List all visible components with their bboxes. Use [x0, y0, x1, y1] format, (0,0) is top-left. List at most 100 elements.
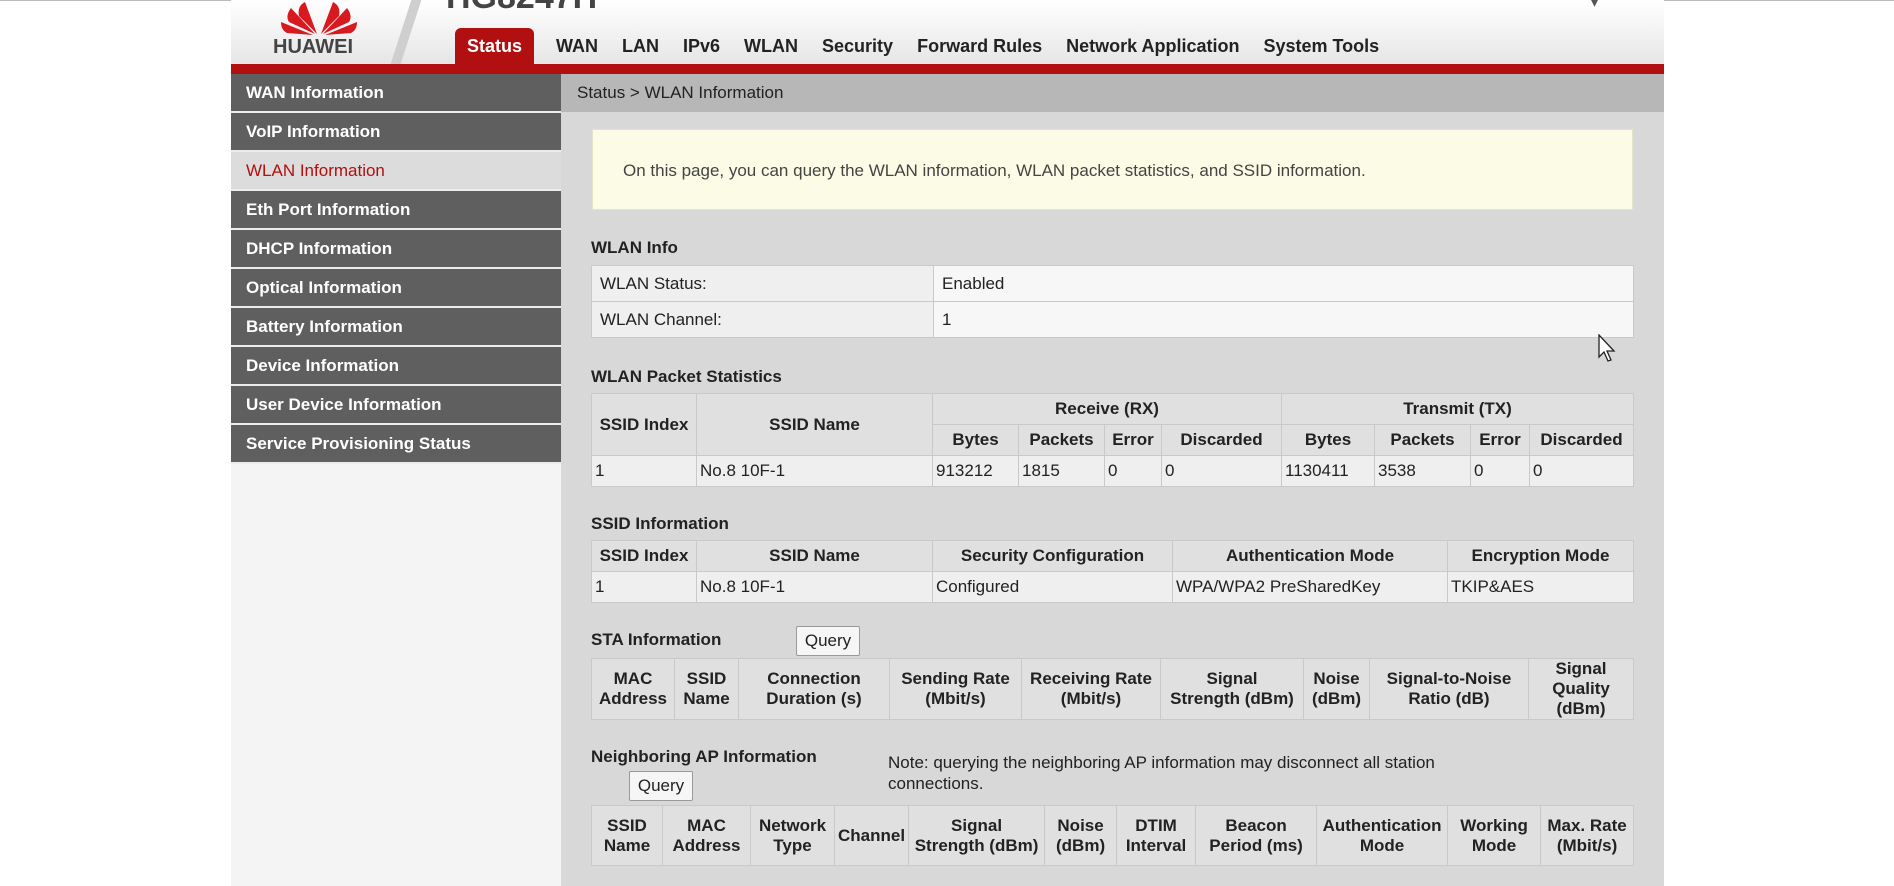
col-working-mode: Working Mode [1447, 805, 1542, 866]
tab-wlan[interactable]: WLAN [732, 28, 810, 64]
ssid-info-table: SSID Index SSID Name Security Configurat… [591, 540, 1634, 603]
breadcrumb: Status > WLAN Information [561, 74, 1664, 112]
cell-authentication-mode: WPA/WPA2 PreSharedKey [1172, 571, 1448, 603]
table-header-row: SSID Name MAC Address Network Type Channel … [591, 805, 1634, 866]
logout-link-partial[interactable]: ▾ [1591, 0, 1598, 11]
router-admin-page: HUAWEI HG8247H ▾ Status WAN LAN IPv6 WLA… [231, 0, 1664, 886]
col-ssid-name: SSID Name [674, 658, 739, 720]
col-rx-bytes: Bytes [932, 424, 1019, 456]
col-beacon-period: Beacon Period (ms) [1195, 805, 1318, 866]
col-rx-packets: Packets [1018, 424, 1105, 456]
neighbor-ap-note: Note: querying the neighboring AP inform… [888, 753, 1435, 793]
sta-info-title: STA Information [591, 630, 722, 649]
tab-lan[interactable]: LAN [610, 28, 671, 64]
col-security-configuration: Security Configuration [932, 540, 1173, 572]
header-divider [390, 0, 422, 64]
sidebar-item-battery-information[interactable]: Battery Information [231, 308, 561, 347]
col-authentication-mode: Authentication Mode [1172, 540, 1448, 572]
table-row: 1 No.8 10F-1 913212 1815 0 0 1130411 353… [591, 455, 1634, 487]
col-rx-discarded: Discarded [1161, 424, 1282, 456]
wlan-channel-value: 1 [933, 301, 1634, 338]
cell-encryption-mode: TKIP&AES [1447, 571, 1634, 603]
sidebar-item-device-information[interactable]: Device Information [231, 347, 561, 386]
col-network-type: Network Type [750, 805, 835, 866]
packet-stats-table: SSID Index SSID Name Receive (RX) Transm… [591, 393, 1634, 487]
col-receiving-rate: Receiving Rate (Mbit/s) [1021, 658, 1161, 720]
col-max-rate: Max. Rate (Mbit/s) [1540, 805, 1634, 866]
table-row: WLAN Channel: 1 [591, 301, 1634, 338]
cell-ssid-index: 1 [591, 455, 697, 487]
cell-tx-packets: 3538 [1374, 455, 1471, 487]
sidebar-item-voip-information[interactable]: VoIP Information [231, 113, 561, 152]
table-row: 1 No.8 10F-1 Configured WPA/WPA2 PreShar… [591, 571, 1634, 603]
wlan-status-value: Enabled [933, 265, 1634, 302]
cell-tx-bytes: 1130411 [1281, 455, 1375, 487]
sidebar-item-eth-port-information[interactable]: Eth Port Information [231, 191, 561, 230]
header-accent-bar [231, 64, 1664, 74]
cell-security-configuration: Configured [932, 571, 1173, 603]
table-header-row: MAC Address SSID Name Connection Duration (… [591, 658, 1634, 720]
sidebar-item-service-provisioning-status[interactable]: Service Provisioning Status [231, 425, 561, 464]
col-mac-address: MAC Address [662, 805, 751, 866]
col-noise: Noise (dBm) [1044, 805, 1118, 866]
cell-tx-discarded: 0 [1529, 455, 1634, 487]
col-channel: Channel [833, 805, 910, 866]
col-tx-discarded: Discarded [1529, 424, 1634, 456]
header: HUAWEI HG8247H ▾ Status WAN LAN IPv6 WLA… [231, 0, 1664, 64]
sta-query-button[interactable]: Query [796, 626, 860, 656]
col-tx-error: Error [1470, 424, 1530, 456]
col-authentication-mode: Authentication Mode [1316, 805, 1449, 866]
wlan-status-label: WLAN Status: [591, 265, 934, 302]
col-noise: Noise (dBm) [1303, 658, 1370, 720]
col-signal-to-noise-ratio: Signal-to-Noise Ratio (dB) [1369, 658, 1529, 720]
cell-rx-error: 0 [1104, 455, 1162, 487]
col-dtim-interval: DTIM Interval [1116, 805, 1197, 866]
cell-rx-packets: 1815 [1018, 455, 1105, 487]
cell-rx-bytes: 913212 [932, 455, 1019, 487]
wlan-channel-label: WLAN Channel: [591, 301, 934, 338]
sidebar-item-wan-information[interactable]: WAN Information [231, 74, 561, 113]
col-tx-bytes: Bytes [1281, 424, 1375, 456]
col-signal-strength: Signal Strength (dBm) [908, 805, 1046, 866]
tab-network-application[interactable]: Network Application [1054, 28, 1251, 64]
top-nav: Status WAN LAN IPv6 WLAN Security Forwar… [455, 28, 1391, 64]
col-signal-quality: Signal Quality (dBm) [1528, 658, 1634, 720]
neighbor-ap-title: Neighboring AP Information [591, 747, 817, 766]
tab-wan[interactable]: WAN [544, 28, 610, 64]
tab-ipv6[interactable]: IPv6 [671, 28, 732, 64]
device-model: HG8247H [446, 0, 597, 17]
col-encryption-mode: Encryption Mode [1447, 540, 1634, 572]
tab-security[interactable]: Security [810, 28, 905, 64]
packet-stats-title: WLAN Packet Statistics [591, 367, 782, 386]
sidebar-item-optical-information[interactable]: Optical Information [231, 269, 561, 308]
col-signal-strength: Signal Strength (dBm) [1160, 658, 1304, 720]
brand-name: HUAWEI [273, 36, 353, 58]
table-row: WLAN Status: Enabled [591, 265, 1634, 302]
cell-rx-discarded: 0 [1161, 455, 1282, 487]
main-content: Status > WLAN Information On this page, … [561, 74, 1664, 886]
col-receive-rx: Receive (RX) [932, 393, 1282, 425]
neighbor-ap-query-button[interactable]: Query [629, 771, 693, 801]
cell-ssid-index: 1 [591, 571, 697, 603]
col-ssid-index: SSID Index [591, 393, 697, 456]
ssid-info-title: SSID Information [591, 514, 729, 533]
col-connection-duration: Connection Duration (s) [738, 658, 890, 720]
mouse-pointer-icon [1598, 334, 1616, 362]
sidebar: WAN Information VoIP Information WLAN In… [231, 74, 561, 464]
col-tx-packets: Packets [1374, 424, 1471, 456]
sidebar-item-user-device-information[interactable]: User Device Information [231, 386, 561, 425]
col-rx-error: Error [1104, 424, 1162, 456]
sta-info-table: MAC Address SSID Name Connection Duration (… [591, 658, 1634, 720]
tab-system-tools[interactable]: System Tools [1251, 28, 1391, 64]
tab-status[interactable]: Status [455, 28, 535, 64]
col-ssid-index: SSID Index [591, 540, 697, 572]
sidebar-item-wlan-information[interactable]: WLAN Information [231, 152, 561, 191]
col-mac-address: MAC Address [591, 658, 675, 720]
tab-forward-rules[interactable]: Forward Rules [905, 28, 1054, 64]
sidebar-item-dhcp-information[interactable]: DHCP Information [231, 230, 561, 269]
col-ssid-name: SSID Name [696, 393, 933, 456]
cell-ssid-name: No.8 10F-1 [696, 571, 933, 603]
col-ssid-name: SSID Name [696, 540, 933, 572]
page-description: On this page, you can query the WLAN inf… [592, 129, 1633, 210]
neighbor-ap-table: SSID Name MAC Address Network Type Channel … [591, 805, 1634, 866]
